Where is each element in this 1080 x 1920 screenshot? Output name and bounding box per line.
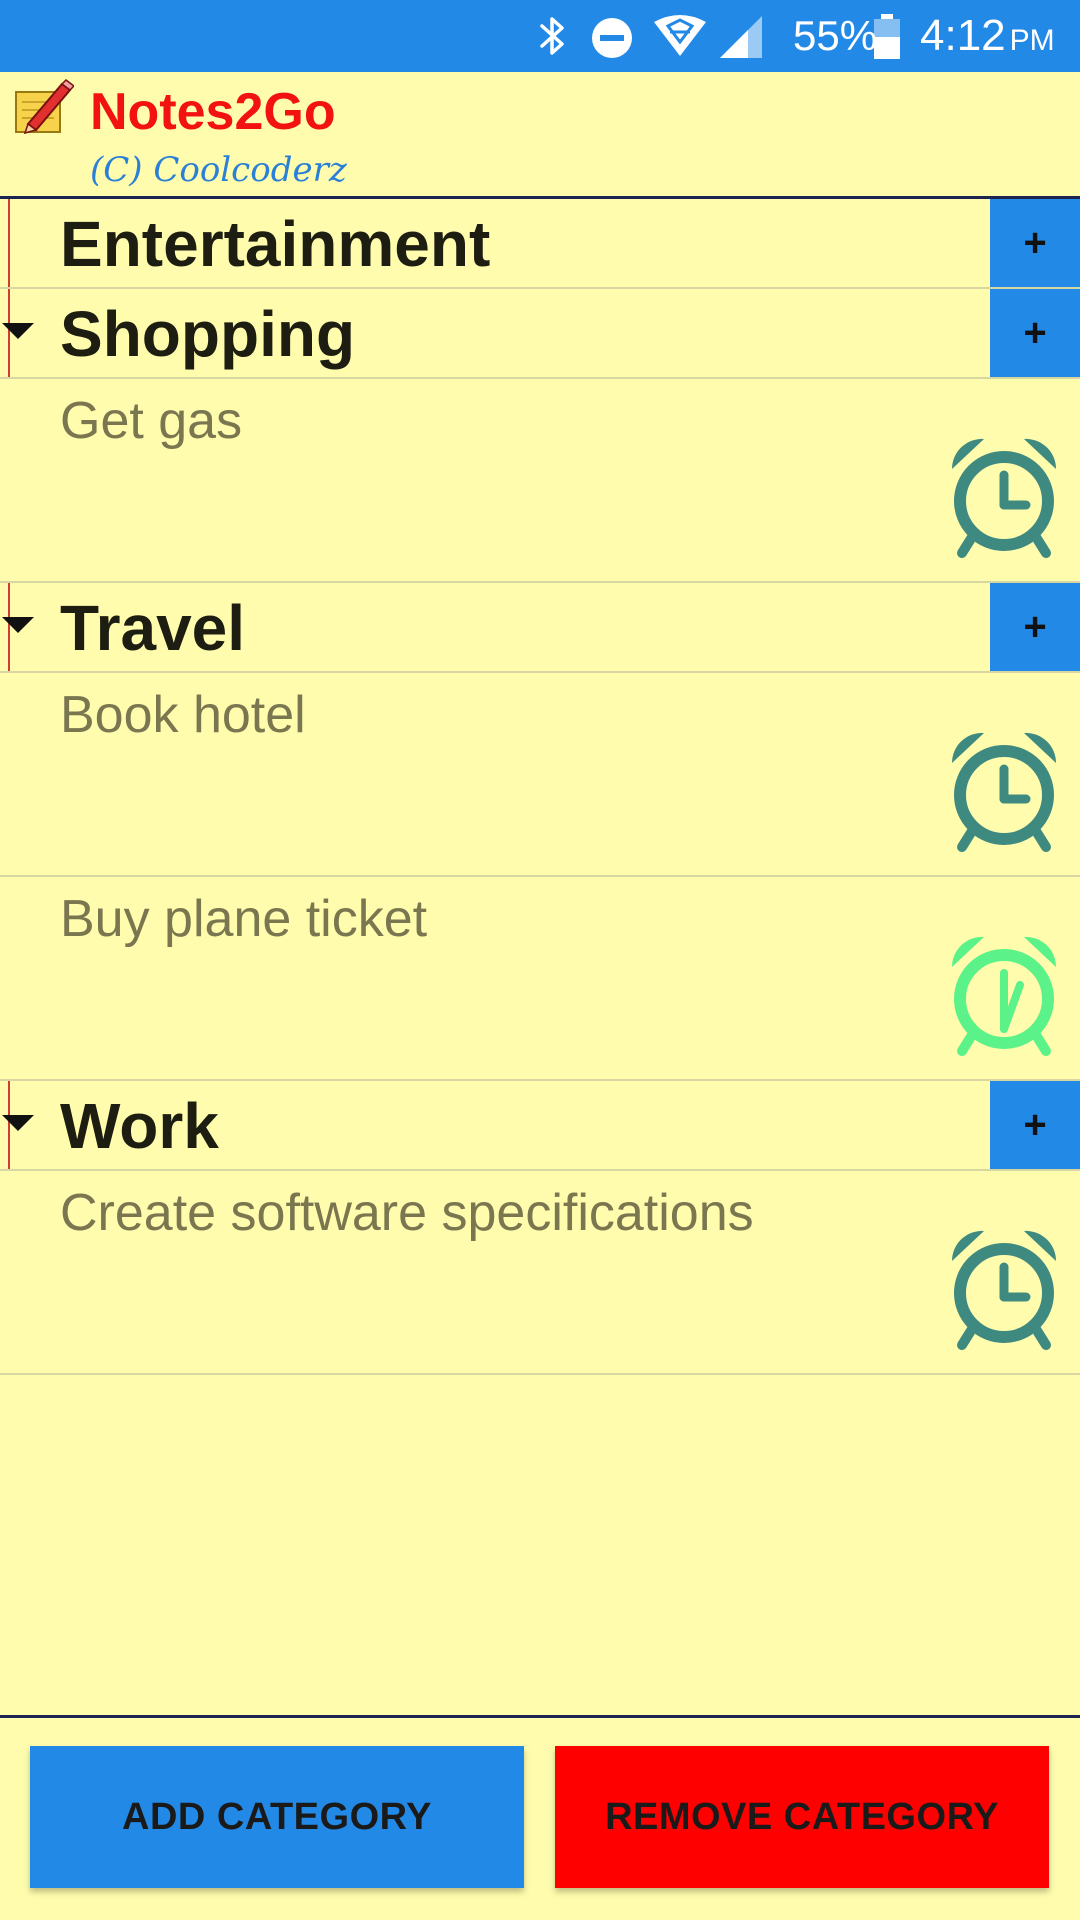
note-text: Book hotel <box>60 686 306 744</box>
cell-signal-icon <box>718 14 764 65</box>
notepad-pencil-icon <box>14 78 76 141</box>
category-row-work[interactable]: Work + <box>0 1081 1080 1171</box>
note-item[interactable]: Buy plane ticket <box>0 877 1080 1081</box>
note-text: Get gas <box>60 392 243 450</box>
category-row-travel[interactable]: Travel + <box>0 583 1080 673</box>
clock-time: 4:12 <box>920 11 1006 60</box>
add-note-button[interactable]: + <box>990 199 1080 287</box>
category-label: Travel <box>60 592 246 664</box>
battery-percent: 55% <box>793 12 878 59</box>
app-subtitle: (C) Coolcoderz <box>90 150 347 190</box>
bluetooth-icon <box>536 14 570 63</box>
screen: 55% 4:12 PM Notes2Go (C) Coolcoderz Ente… <box>0 0 1080 1920</box>
note-item[interactable]: Book hotel <box>0 673 1080 877</box>
alarm-clock-icon[interactable] <box>934 719 1074 859</box>
category-row-entertainment[interactable]: Entertainment + <box>0 199 1080 289</box>
note-text: Buy plane ticket <box>60 890 428 948</box>
add-note-button[interactable]: + <box>990 289 1080 377</box>
do-not-disturb-icon <box>590 16 634 65</box>
clock: 4:12 PM <box>920 10 1055 67</box>
category-label: Shopping <box>60 298 356 370</box>
status-bar: 55% 4:12 PM <box>0 0 1080 72</box>
battery-icon <box>872 14 902 65</box>
expand-arrow-icon[interactable] <box>2 323 34 339</box>
alarm-clock-icon[interactable] <box>934 425 1074 565</box>
wifi-icon <box>652 14 708 63</box>
margin-line <box>8 199 10 287</box>
note-item[interactable]: Create software specifications <box>0 1171 1080 1375</box>
alarm-clock-icon[interactable] <box>934 1217 1074 1357</box>
add-note-button[interactable]: + <box>990 1081 1080 1169</box>
expand-arrow-icon[interactable] <box>2 1115 34 1131</box>
category-label: Work <box>60 1090 219 1162</box>
add-category-button[interactable]: ADD CATEGORY <box>30 1746 524 1888</box>
note-text: Create software specifications <box>60 1184 754 1242</box>
category-list: Entertainment + Shopping + Get gas Trave… <box>0 199 1080 1375</box>
app-title: Notes2Go <box>90 83 336 141</box>
remove-category-button[interactable]: REMOVE CATEGORY <box>555 1746 1049 1888</box>
expand-arrow-icon[interactable] <box>2 617 34 633</box>
note-item[interactable]: Get gas <box>0 379 1080 583</box>
add-note-button[interactable]: + <box>990 583 1080 671</box>
category-row-shopping[interactable]: Shopping + <box>0 289 1080 379</box>
category-label: Entertainment <box>60 208 491 280</box>
alarm-clock-active-icon[interactable] <box>934 923 1074 1063</box>
clock-ampm: PM <box>1009 24 1055 57</box>
bottom-divider <box>0 1715 1080 1718</box>
